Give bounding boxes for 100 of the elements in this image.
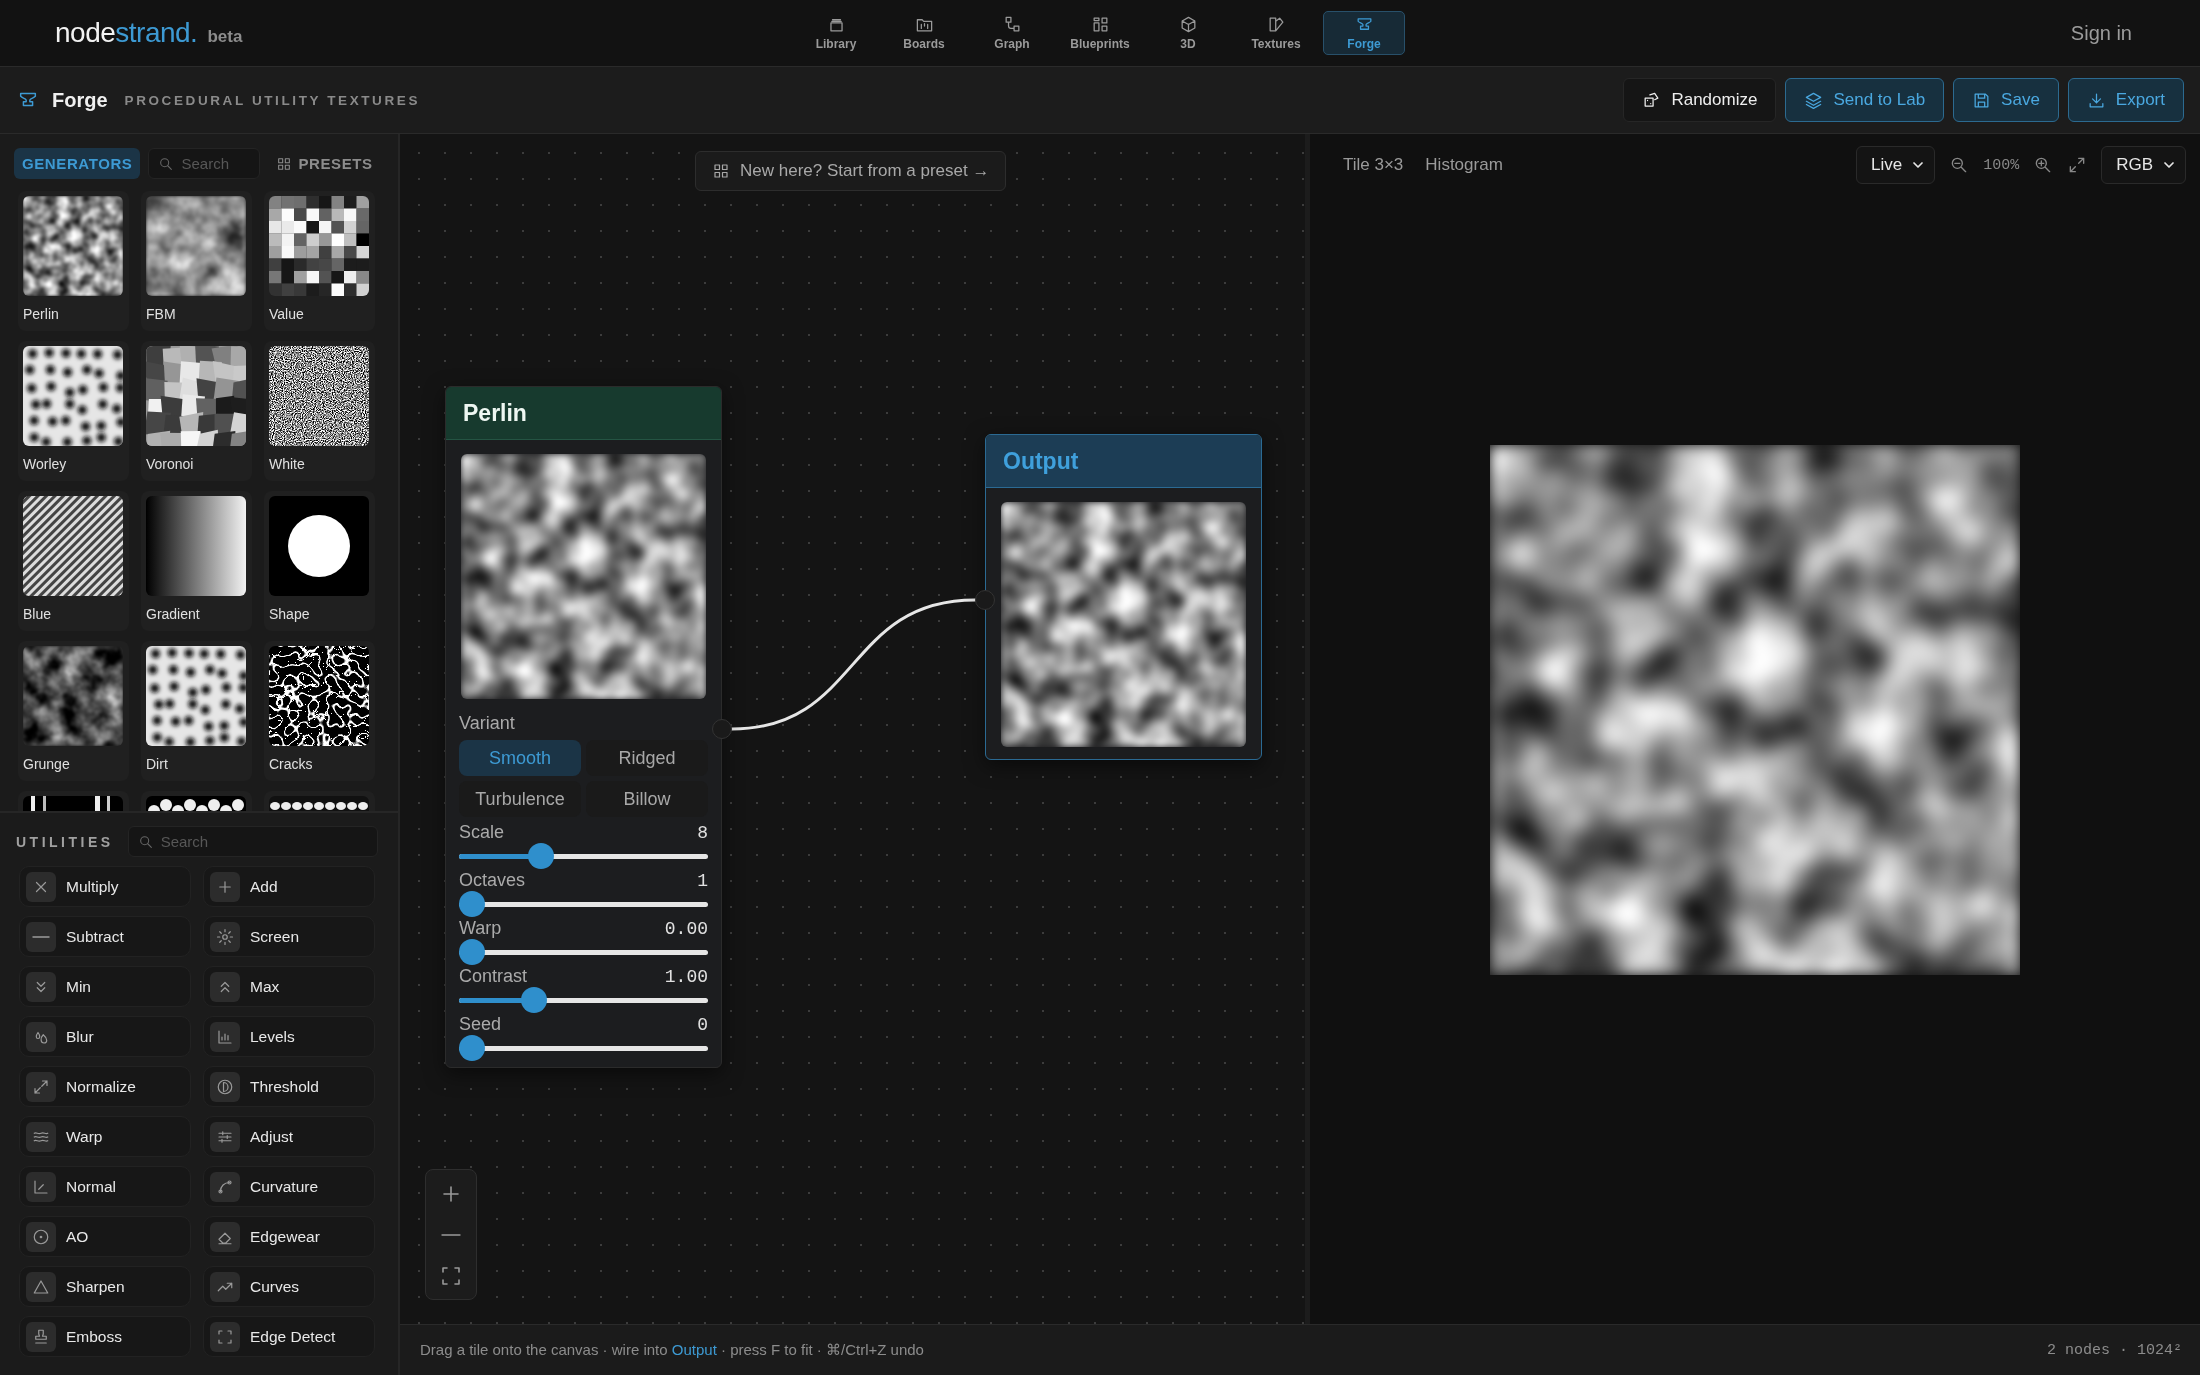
slider-value: 1.00 bbox=[664, 967, 708, 987]
utility-item[interactable]: Edgewear bbox=[203, 1216, 375, 1257]
search-field[interactable]: Search bbox=[127, 826, 378, 857]
channel-select[interactable]: RGB bbox=[2101, 146, 2186, 184]
generator-tile[interactable]: FBM bbox=[141, 191, 252, 331]
generator-tile[interactable]: White bbox=[264, 341, 375, 481]
node-header: Perlin bbox=[446, 387, 721, 440]
utility-item[interactable]: Sharpen bbox=[19, 1266, 191, 1307]
nav-tab[interactable]: Graph bbox=[971, 11, 1053, 55]
utility-item[interactable]: Threshold bbox=[203, 1066, 375, 1107]
stamp-icon bbox=[32, 1327, 50, 1346]
logo[interactable]: nodestrand. bbox=[55, 17, 198, 49]
action-button[interactable]: Save bbox=[1953, 78, 2059, 122]
generator-tile[interactable]: Grunge bbox=[18, 641, 129, 781]
slider-thumb[interactable] bbox=[459, 891, 485, 917]
curve-icon bbox=[216, 1177, 234, 1196]
nav-tab[interactable]: Forge bbox=[1323, 11, 1405, 55]
generator-tile[interactable]: Cracks bbox=[264, 641, 375, 781]
slider-thumb[interactable] bbox=[459, 939, 485, 965]
slider-label: Warp bbox=[459, 918, 502, 939]
generator-tile[interactable]: Worley bbox=[18, 341, 129, 481]
generator-tile[interactable]: Voronoi bbox=[141, 341, 252, 481]
utility-item[interactable]: Edge Detect bbox=[203, 1316, 375, 1357]
layers-icon bbox=[1804, 90, 1824, 110]
slider-thumb[interactable] bbox=[520, 987, 547, 1013]
utility-item[interactable]: Add bbox=[203, 866, 375, 907]
nav-tab[interactable]: Library bbox=[795, 11, 877, 55]
utility-item[interactable]: Max bbox=[203, 966, 375, 1007]
utility-item[interactable]: Normalize bbox=[19, 1066, 191, 1107]
nav-tab[interactable]: Blueprints bbox=[1059, 11, 1141, 55]
minus-icon bbox=[441, 1233, 461, 1236]
generators-tab[interactable]: GENERATORS bbox=[14, 148, 141, 179]
slider[interactable] bbox=[459, 1035, 708, 1061]
slider-thumb[interactable] bbox=[528, 843, 555, 869]
output-link[interactable]: Output bbox=[671, 1341, 717, 1358]
sign-in-link[interactable]: Sign in bbox=[2070, 21, 2132, 45]
search-icon bbox=[158, 155, 175, 172]
slider[interactable] bbox=[459, 987, 708, 1013]
nav-tab[interactable]: 3D bbox=[1147, 11, 1229, 55]
action-button[interactable]: Send to Lab bbox=[1785, 78, 1945, 122]
generator-tile[interactable]: Shape bbox=[264, 491, 375, 631]
utility-item[interactable]: Subtract bbox=[19, 916, 191, 957]
preview-tab[interactable]: Tile 3×3 bbox=[1335, 151, 1412, 179]
generator-tile[interactable]: Blue bbox=[18, 491, 129, 631]
slider-thumb[interactable] bbox=[459, 1035, 485, 1061]
status-hint: Drag a tile onto the canvas · wire into Output · press F to fit · ⌘/Ctrl+Z undo bbox=[420, 1341, 924, 1359]
slider-label: Octaves bbox=[459, 870, 526, 891]
field-label: Variant bbox=[458, 713, 516, 734]
beta-label: beta bbox=[207, 27, 243, 47]
presets-tab[interactable]: PRESETS bbox=[268, 148, 381, 179]
slider[interactable] bbox=[459, 843, 708, 869]
nav-tab[interactable]: Textures bbox=[1235, 11, 1317, 55]
utility-item[interactable]: Emboss bbox=[19, 1316, 191, 1357]
search-icon bbox=[137, 833, 154, 850]
input-port[interactable] bbox=[975, 590, 995, 610]
nav-tab[interactable]: Boards bbox=[883, 11, 965, 55]
search-field[interactable]: Search bbox=[148, 148, 261, 179]
mode-select[interactable]: Live bbox=[1855, 146, 1936, 184]
slider[interactable] bbox=[459, 939, 708, 965]
generator-tile[interactable]: Perlin bbox=[18, 191, 129, 331]
status-info: 2 nodes · 1024² bbox=[2046, 1341, 2182, 1359]
grid-icon bbox=[712, 162, 730, 180]
utility-item[interactable]: Curves bbox=[203, 1266, 375, 1307]
node-header: Output bbox=[986, 435, 1261, 488]
minus-icon bbox=[32, 935, 50, 938]
sun-icon bbox=[216, 927, 234, 946]
variant-option[interactable]: Ridged bbox=[586, 740, 708, 776]
grid-icon bbox=[276, 155, 293, 172]
utility-item[interactable]: Normal bbox=[19, 1166, 191, 1207]
slider-value: 0.00 bbox=[664, 919, 708, 939]
utility-item[interactable]: Min bbox=[19, 966, 191, 1007]
perlin-node[interactable]: Perlin Variant Smooth Ridged Turbulence Billow Scale 8 Octaves 1 Warp 0.00 Contrast 1.00 Seed 0 bbox=[445, 386, 722, 1068]
slider-value: 8 bbox=[697, 823, 708, 843]
utility-item[interactable]: Screen bbox=[203, 916, 375, 957]
utility-item[interactable]: Levels bbox=[203, 1016, 375, 1057]
slider-label: Contrast bbox=[459, 966, 528, 987]
utility-item[interactable]: Multiply bbox=[19, 866, 191, 907]
slider-value: 0 bbox=[697, 1015, 708, 1035]
utility-item[interactable]: Blur bbox=[19, 1016, 191, 1057]
target-icon bbox=[32, 1227, 50, 1246]
action-button[interactable]: Export bbox=[2067, 78, 2184, 122]
action-button[interactable]: Randomize bbox=[1623, 78, 1777, 122]
slider-label: Scale bbox=[459, 822, 505, 843]
utility-item[interactable]: Curvature bbox=[203, 1166, 375, 1207]
generator-tile[interactable]: Gradient bbox=[141, 491, 252, 631]
generator-tile[interactable]: Value bbox=[264, 191, 375, 331]
utility-item[interactable]: Warp bbox=[19, 1116, 191, 1157]
preset-hint-button[interactable]: New here? Start from a preset → bbox=[695, 151, 1007, 191]
utility-item[interactable]: AO bbox=[19, 1216, 191, 1257]
generator-tile[interactable]: Dirt bbox=[141, 641, 252, 781]
utility-item[interactable]: Adjust bbox=[203, 1116, 375, 1157]
variant-option[interactable]: Billow bbox=[586, 781, 708, 817]
variant-option[interactable]: Turbulence bbox=[459, 781, 581, 817]
slider[interactable] bbox=[459, 891, 708, 917]
zoom-level: 100% bbox=[1983, 156, 2020, 174]
variant-option[interactable]: Smooth bbox=[459, 740, 581, 776]
preview-tab[interactable]: Histogram bbox=[1417, 151, 1511, 179]
diagonal-arrows-icon bbox=[32, 1077, 50, 1096]
output-node[interactable]: Output bbox=[985, 434, 1262, 760]
section-title: UTILITIES bbox=[16, 833, 114, 850]
